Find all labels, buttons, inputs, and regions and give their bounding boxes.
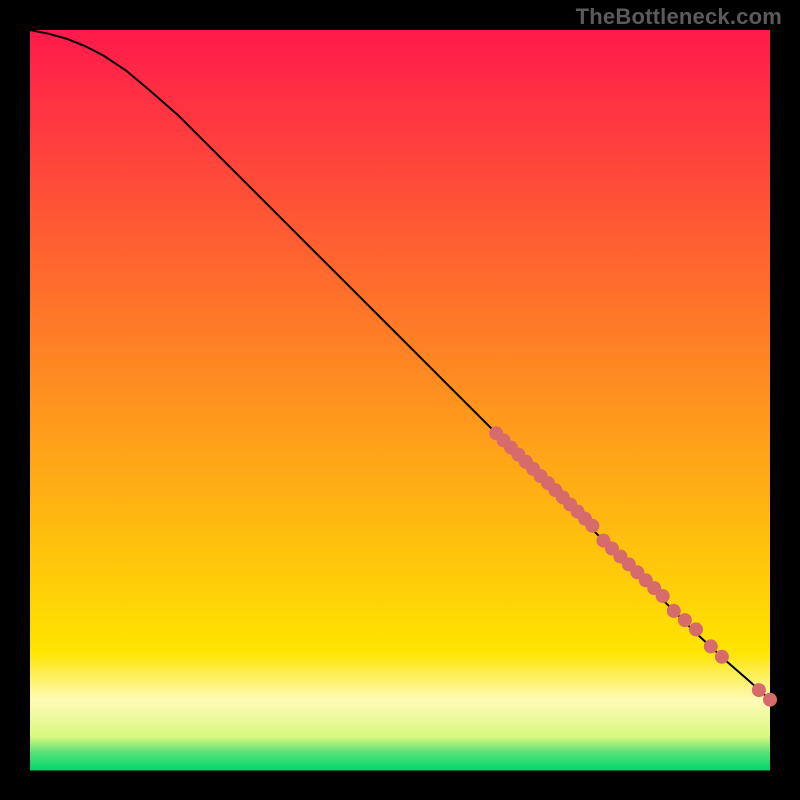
data-marker (704, 639, 718, 653)
gradient-band (30, 737, 770, 752)
data-marker (585, 519, 599, 533)
gradient-band (30, 700, 770, 738)
data-marker (678, 613, 692, 627)
data-marker (763, 693, 777, 707)
chart-frame: TheBottleneck.com (0, 0, 800, 800)
gradient-band (30, 752, 770, 771)
data-marker (752, 683, 766, 697)
data-marker (667, 604, 681, 618)
gradient-band (30, 652, 770, 701)
gradient-band (30, 30, 770, 652)
chart-svg (0, 0, 800, 800)
data-marker (656, 589, 670, 603)
data-marker (715, 650, 729, 664)
data-marker (689, 622, 703, 636)
